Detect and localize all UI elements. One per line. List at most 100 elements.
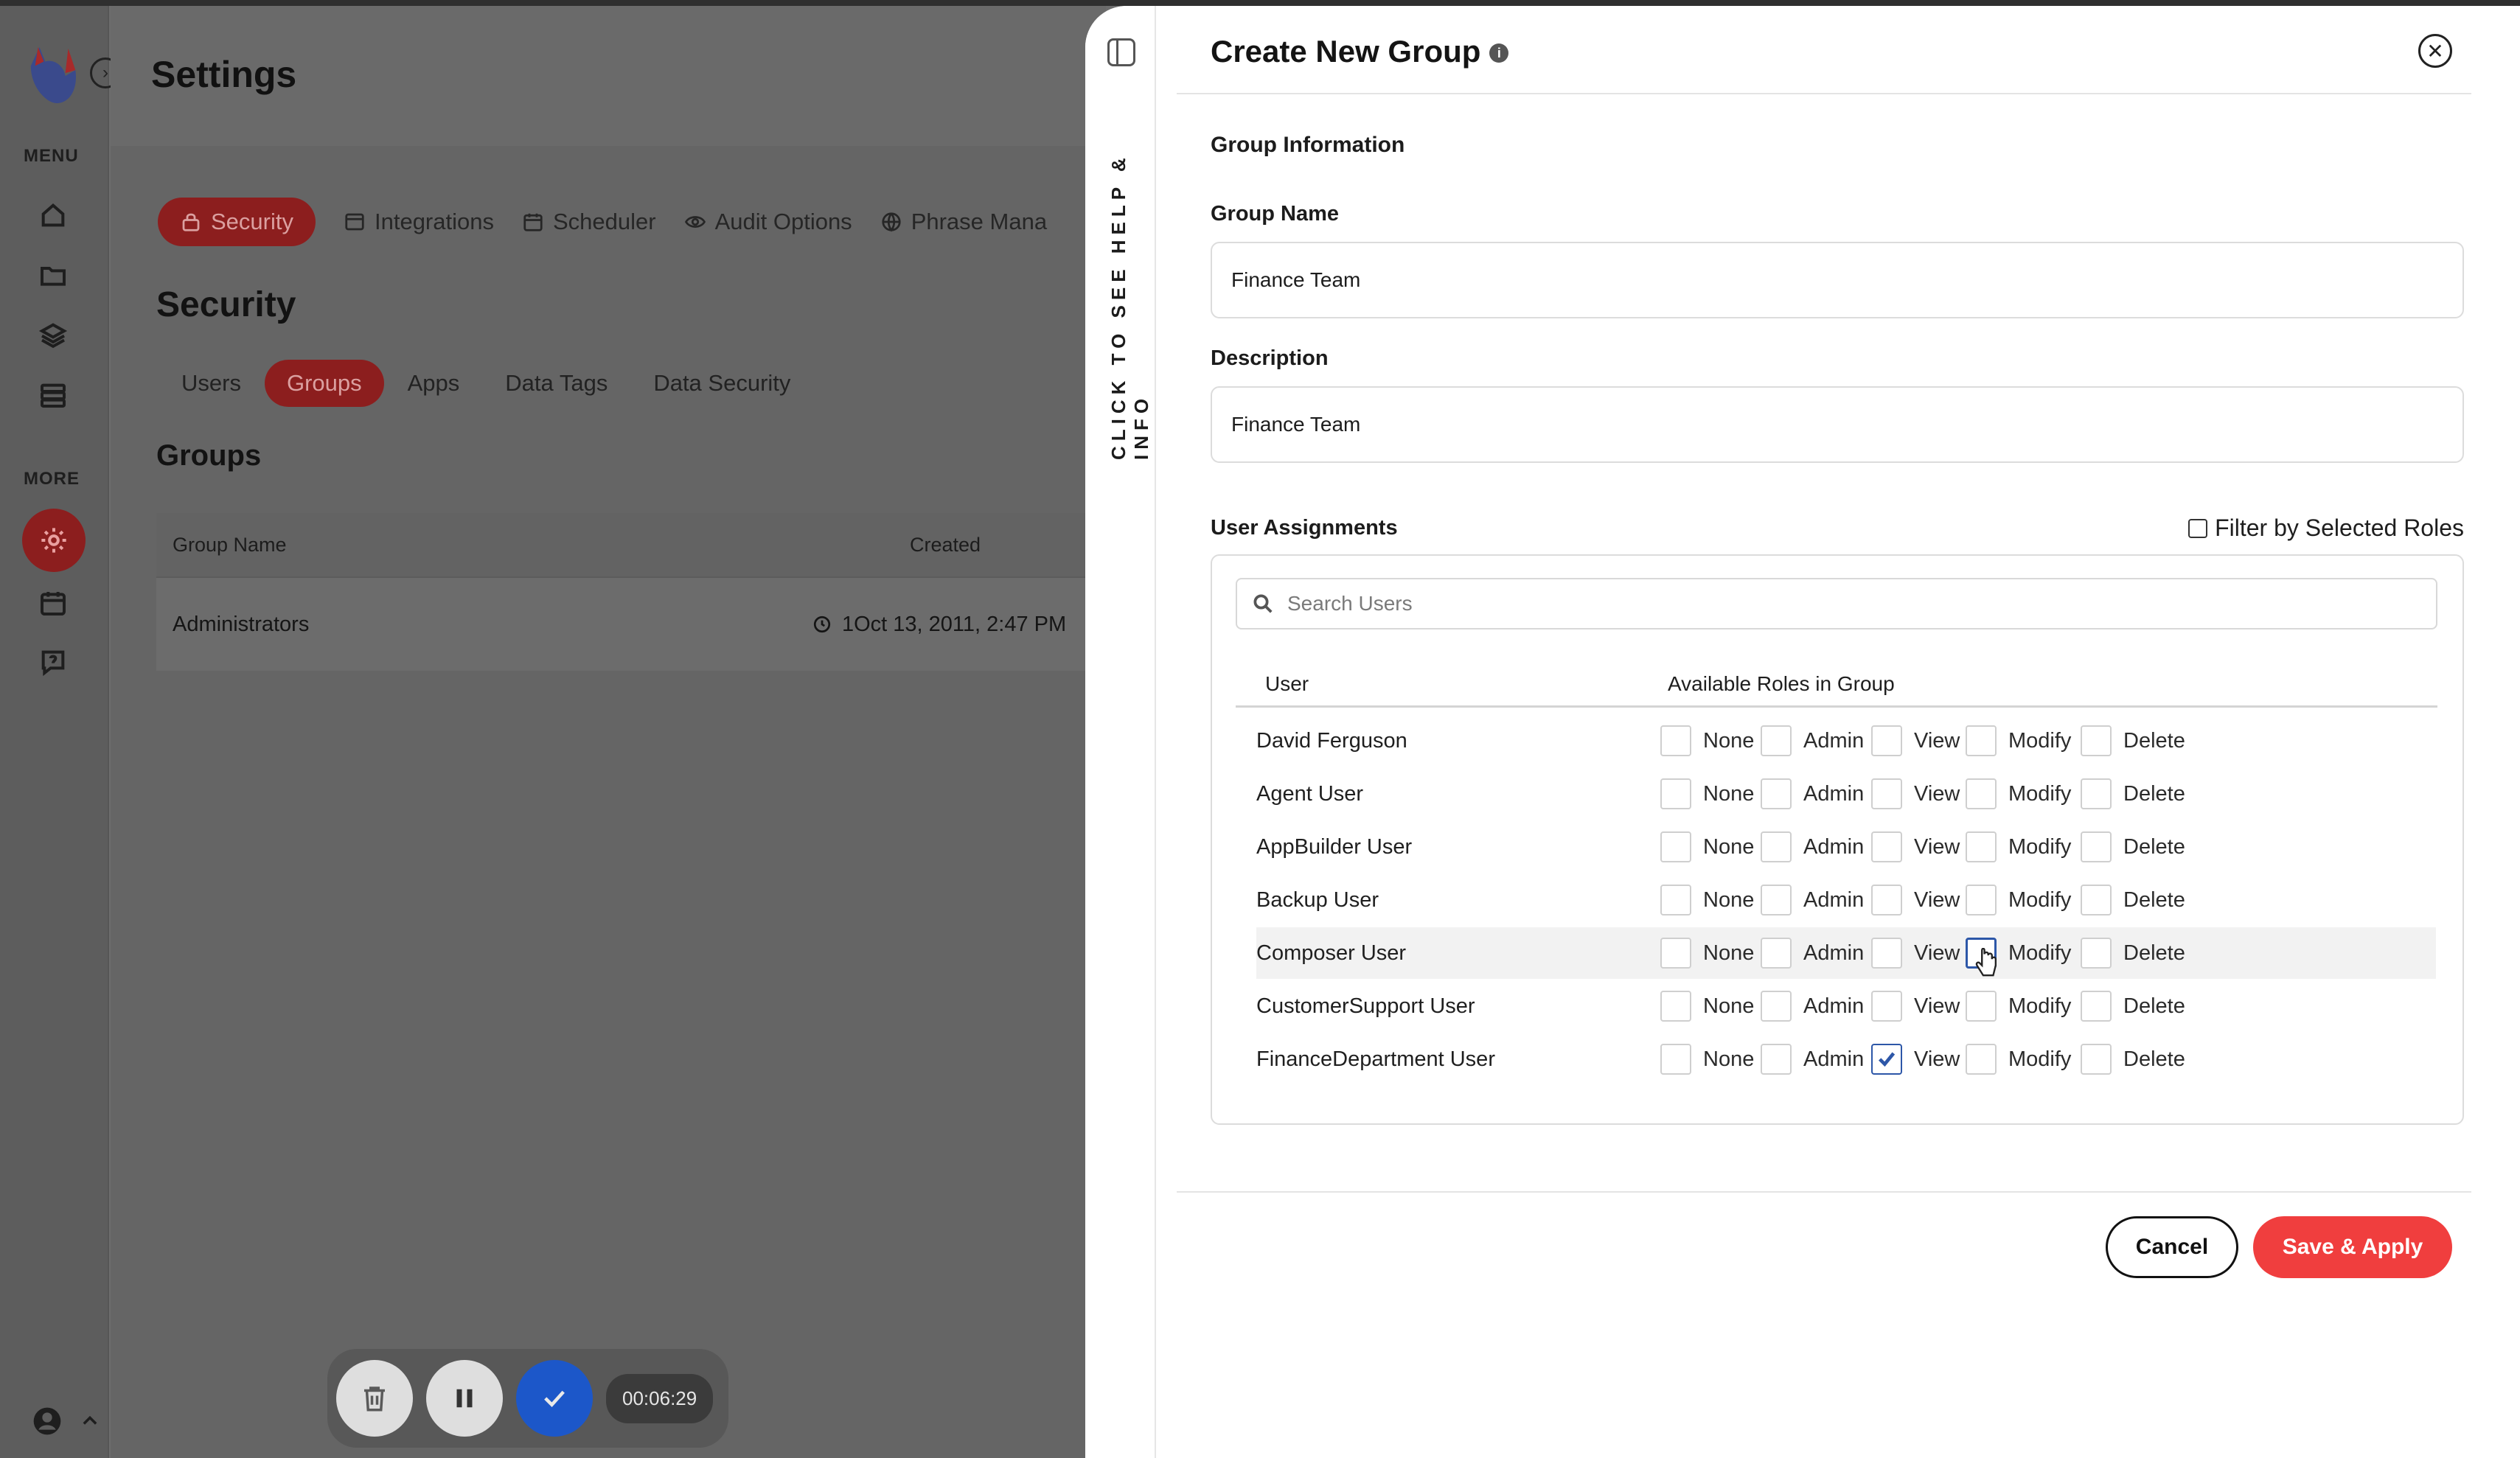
role-checkbox-none[interactable] — [1660, 1044, 1691, 1075]
role-option-view[interactable]: View — [1871, 725, 1960, 756]
role-option-delete[interactable]: Delete — [2081, 831, 2185, 862]
role-checkbox-modify[interactable] — [1966, 1044, 1997, 1075]
role-option-admin[interactable]: Admin — [1761, 1044, 1864, 1075]
user-row[interactable]: Composer User None Admin View Modify Delete — [1256, 927, 2436, 979]
user-row[interactable]: Agent User None Admin View Modify Delete — [1256, 768, 2436, 820]
role-option-modify[interactable]: Modify — [1966, 885, 2071, 915]
role-checkbox-modify[interactable] — [1966, 831, 1997, 862]
role-option-modify[interactable]: Modify — [1966, 725, 2071, 756]
finish-recording-button[interactable] — [516, 1360, 593, 1437]
folder-icon[interactable] — [34, 257, 72, 295]
tab-phrase-management[interactable]: Phrase Mana — [880, 198, 1047, 246]
role-option-none[interactable]: None — [1660, 938, 1754, 969]
filter-checkbox[interactable] — [2188, 518, 2208, 538]
role-option-admin[interactable]: Admin — [1761, 938, 1864, 969]
tab-integrations[interactable]: Integrations — [344, 198, 494, 246]
role-option-modify[interactable]: Modify — [1966, 938, 2071, 977]
role-checkbox-admin[interactable] — [1761, 1044, 1792, 1075]
role-option-modify[interactable]: Modify — [1966, 831, 2071, 862]
role-checkbox-none[interactable] — [1660, 938, 1691, 969]
role-checkbox-admin[interactable] — [1761, 991, 1792, 1022]
role-checkbox-none[interactable] — [1660, 885, 1691, 915]
role-checkbox-delete[interactable] — [2081, 831, 2112, 862]
role-checkbox-none[interactable] — [1660, 991, 1691, 1022]
role-option-none[interactable]: None — [1660, 885, 1754, 915]
role-option-delete[interactable]: Delete — [2081, 778, 2185, 809]
role-option-admin[interactable]: Admin — [1761, 831, 1864, 862]
role-checkbox-none[interactable] — [1660, 725, 1691, 756]
subtab-users[interactable]: Users — [181, 360, 241, 407]
role-checkbox-view[interactable] — [1871, 885, 1902, 915]
role-option-none[interactable]: None — [1660, 778, 1754, 809]
role-option-modify[interactable]: Modify — [1966, 1044, 2071, 1075]
calendar-icon[interactable] — [34, 584, 72, 622]
role-option-admin[interactable]: Admin — [1761, 885, 1864, 915]
role-checkbox-delete[interactable] — [2081, 778, 2112, 809]
filter-by-selected-roles[interactable]: Filter by Selected Roles — [2188, 515, 2464, 542]
help-chat-icon[interactable] — [34, 643, 72, 681]
help-rail[interactable]: CLICK TO SEE HELP & INFO — [1085, 6, 1156, 1458]
layers-icon[interactable] — [34, 315, 72, 354]
home-icon[interactable] — [34, 196, 72, 234]
role-checkbox-view[interactable] — [1871, 1044, 1902, 1075]
search-users-input[interactable]: Search Users — [1236, 578, 2437, 629]
close-panel-button[interactable]: ✕ — [2418, 34, 2452, 68]
role-checkbox-delete[interactable] — [2081, 885, 2112, 915]
table-row[interactable]: Administrators 1Oct 13, 2011, 2:47 PM — [156, 578, 1107, 671]
info-icon[interactable]: i — [1489, 43, 1509, 63]
save-and-apply-button[interactable]: Save & Apply — [2253, 1216, 2452, 1278]
help-rail-text[interactable]: CLICK TO SEE HELP & INFO — [1107, 99, 1153, 460]
role-option-delete[interactable]: Delete — [2081, 885, 2185, 915]
subtab-groups[interactable]: Groups — [264, 360, 384, 407]
gear-icon[interactable] — [22, 509, 86, 572]
user-row[interactable]: AppBuilder User None Admin View Modify Delete — [1256, 821, 2436, 873]
user-row[interactable]: Backup User None Admin View Modify Delete — [1256, 874, 2436, 926]
role-checkbox-modify[interactable] — [1966, 778, 1997, 809]
role-option-view[interactable]: View — [1871, 1044, 1960, 1075]
collapse-panel-icon[interactable] — [1107, 38, 1135, 66]
role-checkbox-delete[interactable] — [2081, 725, 2112, 756]
role-option-view[interactable]: View — [1871, 778, 1960, 809]
subtab-data-security[interactable]: Data Security — [653, 360, 790, 407]
description-field[interactable]: Finance Team — [1211, 386, 2464, 463]
subtab-data-tags[interactable]: Data Tags — [505, 360, 608, 407]
role-option-admin[interactable]: Admin — [1761, 991, 1864, 1022]
user-row[interactable]: David Ferguson None Admin View Modify Delete — [1256, 715, 2436, 767]
tab-security[interactable]: Security — [158, 198, 316, 246]
role-option-modify[interactable]: Modify — [1966, 991, 2071, 1022]
role-checkbox-admin[interactable] — [1761, 778, 1792, 809]
role-checkbox-none[interactable] — [1660, 831, 1691, 862]
database-icon[interactable] — [34, 376, 72, 414]
tab-audit-options[interactable]: Audit Options — [684, 198, 852, 246]
role-checkbox-admin[interactable] — [1761, 725, 1792, 756]
group-name-field[interactable]: Finance Team — [1211, 242, 2464, 318]
user-menu[interactable] — [32, 1406, 100, 1436]
role-option-delete[interactable]: Delete — [2081, 991, 2185, 1022]
subtab-apps[interactable]: Apps — [408, 360, 460, 407]
role-option-view[interactable]: View — [1871, 938, 1960, 969]
role-checkbox-admin[interactable] — [1761, 938, 1792, 969]
role-option-none[interactable]: None — [1660, 991, 1754, 1022]
role-option-modify[interactable]: Modify — [1966, 778, 2071, 809]
pause-recording-button[interactable] — [426, 1360, 503, 1437]
role-option-view[interactable]: View — [1871, 831, 1960, 862]
role-checkbox-view[interactable] — [1871, 778, 1902, 809]
role-checkbox-modify[interactable] — [1966, 885, 1997, 915]
role-option-delete[interactable]: Delete — [2081, 1044, 2185, 1075]
role-option-view[interactable]: View — [1871, 885, 1960, 915]
role-option-delete[interactable]: Delete — [2081, 938, 2185, 969]
discard-recording-button[interactable] — [336, 1360, 413, 1437]
user-row[interactable]: CustomerSupport User None Admin View Modify D… — [1256, 980, 2436, 1032]
role-option-none[interactable]: None — [1660, 725, 1754, 756]
role-option-none[interactable]: None — [1660, 1044, 1754, 1075]
role-checkbox-admin[interactable] — [1761, 885, 1792, 915]
role-option-admin[interactable]: Admin — [1761, 725, 1864, 756]
role-checkbox-view[interactable] — [1871, 725, 1902, 756]
role-checkbox-delete[interactable] — [2081, 1044, 2112, 1075]
role-checkbox-delete[interactable] — [2081, 938, 2112, 969]
role-option-admin[interactable]: Admin — [1761, 778, 1864, 809]
role-option-delete[interactable]: Delete — [2081, 725, 2185, 756]
user-row[interactable]: FinanceDepartment User None Admin View Modif… — [1256, 1033, 2436, 1085]
role-checkbox-modify[interactable] — [1966, 991, 1997, 1022]
role-checkbox-modify[interactable] — [1966, 725, 1997, 756]
